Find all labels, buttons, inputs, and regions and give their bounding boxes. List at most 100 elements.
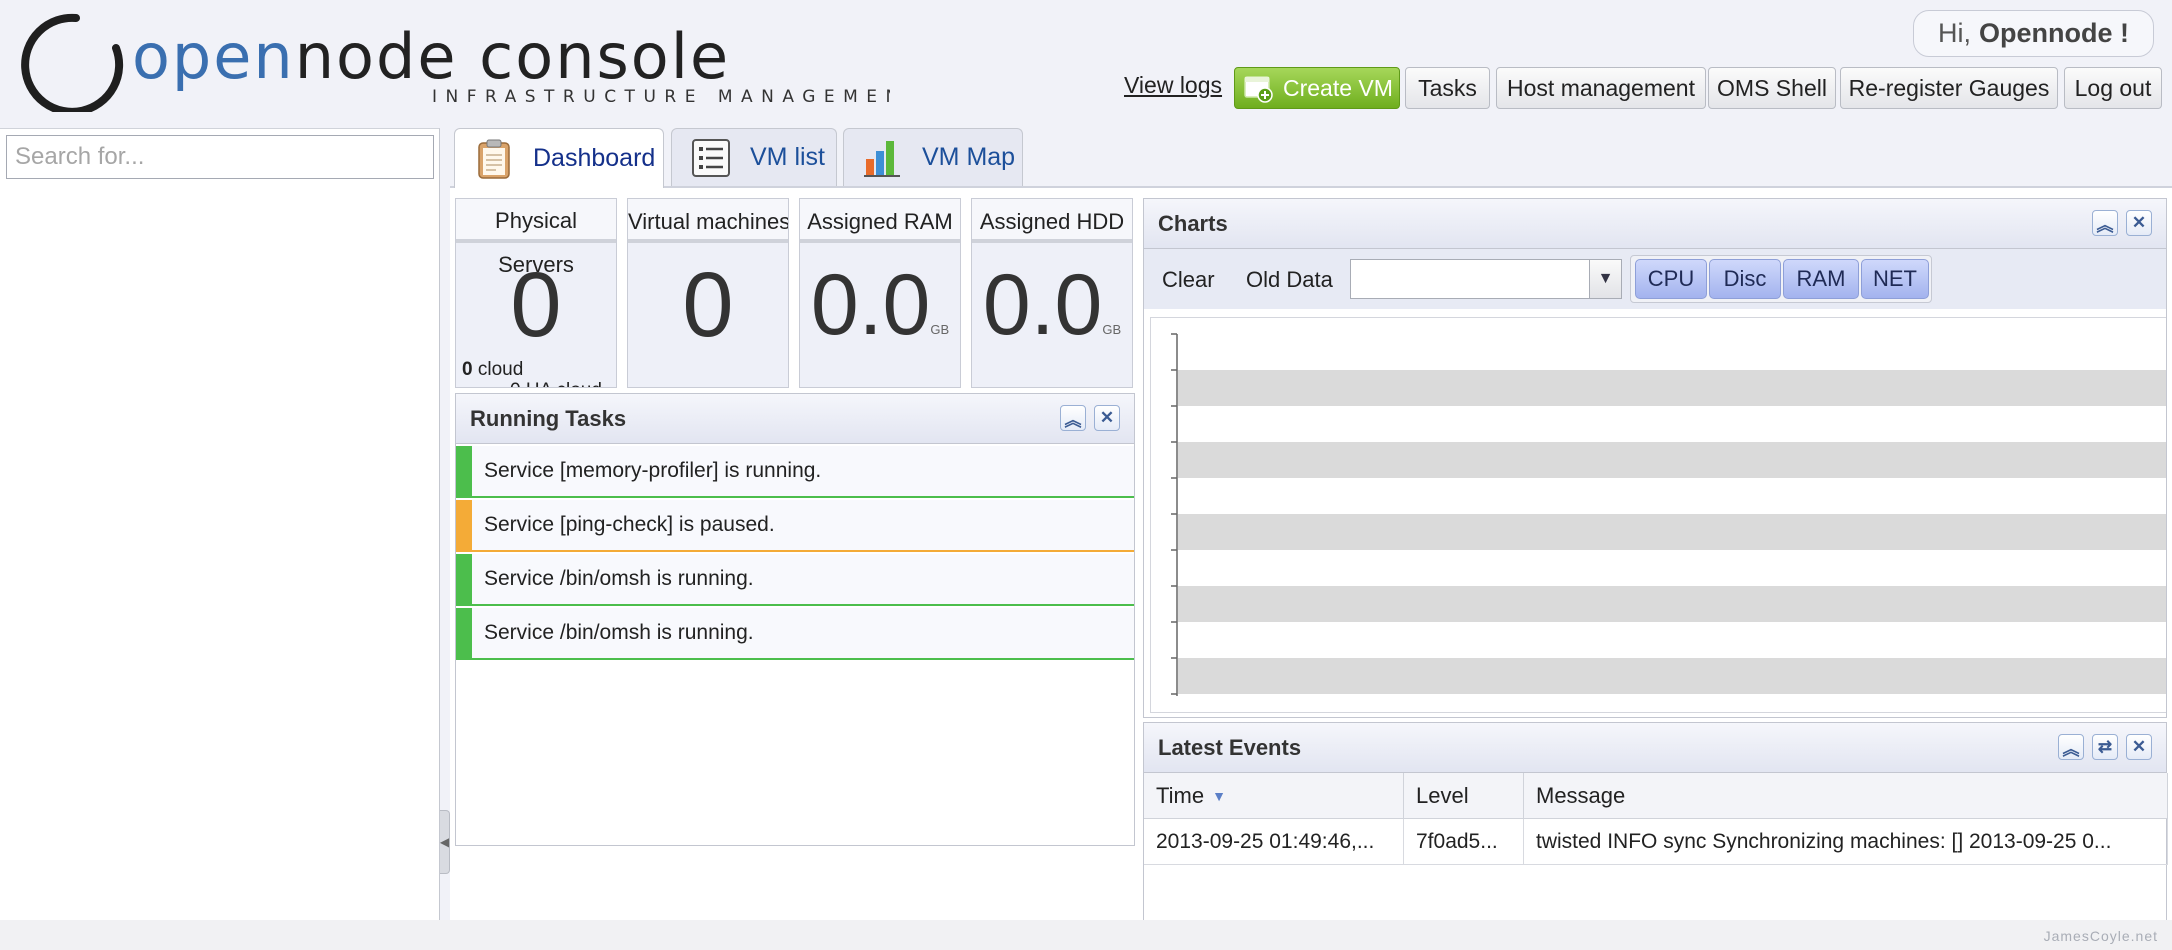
charts-header: Charts ︽ ✕	[1144, 199, 2166, 249]
watermark: JamesCoyle.net	[2043, 928, 2158, 944]
column-header-time[interactable]: Time ▼	[1144, 773, 1404, 819]
task-text: Service /bin/omsh is running.	[484, 567, 754, 590]
stat-assigned-hdd: Assigned HDD 0.0GB	[971, 198, 1133, 388]
stat-title: Assigned HDD	[972, 199, 1132, 243]
event-level-cell: 7f0ad5...	[1404, 819, 1524, 865]
tasks-button[interactable]: Tasks	[1405, 67, 1490, 109]
collapse-icon[interactable]: ︽	[2092, 210, 2118, 236]
sidebar-collapse-handle[interactable]: ◀	[440, 810, 450, 874]
add-vm-icon	[1244, 76, 1273, 103]
host-management-button[interactable]: Host management	[1496, 67, 1706, 109]
column-header-message[interactable]: Message	[1524, 773, 2168, 819]
stat-title: Physical Servers	[456, 199, 616, 277]
stat-assigned-ram: Assigned RAM 0.0GB	[799, 198, 961, 388]
chart-grid-band	[1178, 370, 2166, 406]
sort-desc-icon: ▼	[1212, 787, 1226, 804]
task-row: Service [ping-check] is paused.	[456, 500, 1134, 552]
svg-text:opennode console: opennode console	[132, 20, 730, 93]
stat-sub-ha-cloud: 0 HA cloud	[510, 380, 602, 387]
stat-title: Virtual machines	[628, 199, 788, 243]
chart-grid-band	[1178, 658, 2166, 694]
stat-sub-cloud: 0 cloud	[462, 359, 523, 381]
chevron-left-icon: ◀	[439, 835, 450, 849]
chart-grid-band	[1178, 586, 2166, 622]
stat-title: Assigned RAM	[800, 199, 960, 243]
task-row: Service [memory-profiler] is running.	[456, 446, 1134, 498]
old-data-select[interactable]: ▼	[1350, 259, 1622, 299]
greeting-prefix: Hi,	[1938, 18, 1971, 48]
view-logs-link[interactable]: View logs	[1124, 72, 1222, 99]
stat-number: 0.0	[982, 257, 1103, 353]
column-header-level[interactable]: Level	[1404, 773, 1524, 819]
running-tasks-panel: Running Tasks ︽ ✕ Service [memory-profil…	[455, 393, 1135, 846]
metric-disc-button[interactable]: Disc	[1709, 259, 1781, 299]
stat-number: 0.0	[810, 257, 931, 353]
stat-unit: GB	[1102, 322, 1122, 337]
chart-grid-band	[1178, 514, 2166, 550]
user-greeting: Hi, Opennode !	[1913, 10, 2154, 57]
clear-button[interactable]: Clear	[1162, 267, 1215, 293]
list-icon	[692, 138, 730, 177]
tab-vm-map-label: VM Map	[922, 143, 1016, 171]
stat-physical-servers: Physical Servers 0 0 cloud 0 HA cloud	[455, 198, 617, 388]
panel-title: Charts	[1158, 210, 1228, 236]
status-bar-running	[456, 446, 472, 498]
reregister-gauges-button[interactable]: Re-register Gauges	[1840, 67, 2058, 109]
task-row: Service /bin/omsh is running.	[456, 608, 1134, 660]
task-row: Service /bin/omsh is running.	[456, 554, 1134, 606]
bar-chart-icon	[864, 140, 900, 177]
clipboard-icon	[478, 139, 510, 179]
old-data-label: Old Data	[1246, 267, 1333, 292]
metric-ram-button[interactable]: RAM	[1783, 259, 1859, 299]
collapse-icon[interactable]: ︽	[2058, 734, 2084, 760]
chart-canvas	[1171, 333, 2166, 696]
stat-sub-cloud-value: 0	[462, 359, 473, 380]
charts-panel: Charts ︽ ✕ Clear Old Data ▼ CPU Disc RAM…	[1143, 198, 2167, 718]
column-label: Time	[1156, 782, 1205, 808]
chart-grid-band	[1178, 442, 2166, 478]
sidebar	[0, 128, 440, 920]
tab-dashboard[interactable]: Dashboard	[454, 128, 664, 188]
task-text: Service [memory-profiler] is running.	[484, 459, 822, 482]
oms-shell-button[interactable]: OMS Shell	[1708, 67, 1836, 109]
status-bar-running	[456, 608, 472, 660]
stat-value: 0	[682, 254, 734, 356]
logout-button[interactable]: Log out	[2064, 67, 2162, 109]
stat-sub-cloud-label: cloud	[477, 359, 524, 380]
stat-value: 0.0GB	[972, 255, 1132, 380]
latest-events-panel: Latest Events ︽ ⇄ ✕ Time ▼ Level Message…	[1143, 722, 2168, 920]
chart-area	[1150, 317, 2166, 713]
close-icon[interactable]: ✕	[2126, 210, 2152, 236]
panel-title: Running Tasks	[470, 405, 627, 431]
metric-toggle-group: CPU Disc RAM NET	[1630, 255, 1932, 303]
metric-cpu-button[interactable]: CPU	[1635, 259, 1707, 299]
create-vm-button[interactable]: Create VM	[1234, 67, 1400, 109]
status-bar-paused	[456, 500, 472, 552]
tab-dashboard-label: Dashboard	[533, 144, 656, 172]
running-tasks-header: Running Tasks ︽ ✕	[456, 394, 1134, 444]
metric-net-button[interactable]: NET	[1861, 259, 1929, 299]
close-icon[interactable]: ✕	[2126, 734, 2152, 760]
tab-vm-list-label: VM list	[750, 143, 825, 171]
event-message-cell: twisted INFO sync Synchronizing machines…	[1524, 819, 2168, 865]
chevron-down-icon[interactable]: ▼	[1589, 260, 1621, 298]
svg-text:INFRASTRUCTURE MANAGEMENT: INFRASTRUCTURE MANAGEMENT	[432, 87, 890, 107]
footer-strip	[0, 920, 2172, 950]
event-time-cell: 2013-09-25 01:49:46,...	[1144, 819, 1404, 865]
task-text: Service /bin/omsh is running.	[484, 621, 754, 644]
opennode-logo: opennode console INFRASTRUCTURE MANAGEME…	[10, 12, 890, 112]
charts-toolbar: Clear Old Data ▼ CPU Disc RAM NET	[1144, 249, 2166, 309]
stat-virtual-machines: Virtual machines 0	[627, 198, 789, 388]
stat-value: 0.0GB	[800, 255, 960, 380]
stat-value: 0	[510, 254, 562, 356]
tab-vm-map[interactable]: VM Map	[843, 128, 1023, 186]
stat-unit: GB	[930, 322, 950, 337]
search-input[interactable]	[6, 135, 434, 179]
refresh-icon[interactable]: ⇄	[2092, 734, 2118, 760]
close-icon[interactable]: ✕	[1094, 405, 1120, 431]
latest-events-header: Latest Events ︽ ⇄ ✕	[1144, 723, 2166, 773]
panel-title: Latest Events	[1158, 734, 1302, 760]
task-text: Service [ping-check] is paused.	[484, 513, 775, 536]
collapse-icon[interactable]: ︽	[1060, 405, 1086, 431]
tab-vm-list[interactable]: VM list	[671, 128, 837, 186]
